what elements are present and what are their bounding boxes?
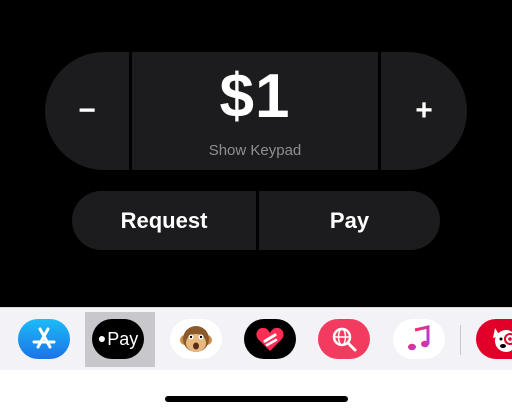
minus-icon: − bbox=[78, 94, 96, 127]
music-note-glyph bbox=[408, 325, 430, 351]
decrement-button[interactable]: − bbox=[45, 52, 129, 170]
heart-icon[interactable] bbox=[244, 319, 296, 359]
app-store-icon[interactable] bbox=[18, 319, 70, 359]
apple-pay-screen: − $1 Show Keypad + Request Pay ● Pay bbox=[0, 0, 512, 415]
plus-icon: + bbox=[415, 94, 433, 127]
globe-search-icon[interactable] bbox=[318, 319, 370, 359]
home-area bbox=[0, 370, 512, 415]
monkey-icon[interactable] bbox=[170, 319, 222, 359]
dog-glyph bbox=[493, 328, 512, 352]
amount-display[interactable]: $1 Show Keypad bbox=[132, 52, 378, 170]
amount-value: $1 bbox=[219, 61, 291, 131]
app-drawer: ● Pay bbox=[0, 307, 512, 370]
payment-actions: Request Pay bbox=[72, 191, 440, 250]
heart-glyph bbox=[256, 327, 284, 351]
monkey-glyph bbox=[180, 326, 212, 352]
dog-icon[interactable] bbox=[476, 319, 512, 359]
apple-logo-icon: ● bbox=[97, 330, 107, 346]
apple-pay-label: Pay bbox=[107, 328, 139, 349]
show-keypad-link[interactable]: Show Keypad bbox=[209, 142, 302, 159]
home-indicator[interactable] bbox=[165, 396, 348, 402]
increment-button[interactable]: + bbox=[381, 52, 467, 170]
app-store-glyph bbox=[32, 327, 56, 349]
drawer-divider bbox=[460, 325, 461, 355]
music-note-icon[interactable] bbox=[393, 319, 445, 359]
apple-pay-icon[interactable]: ● Pay bbox=[92, 319, 144, 359]
pay-button[interactable]: Pay bbox=[259, 191, 440, 250]
amount-stepper: − $1 Show Keypad + bbox=[45, 52, 467, 170]
globe-search-glyph bbox=[332, 327, 357, 352]
request-button[interactable]: Request bbox=[72, 191, 256, 250]
